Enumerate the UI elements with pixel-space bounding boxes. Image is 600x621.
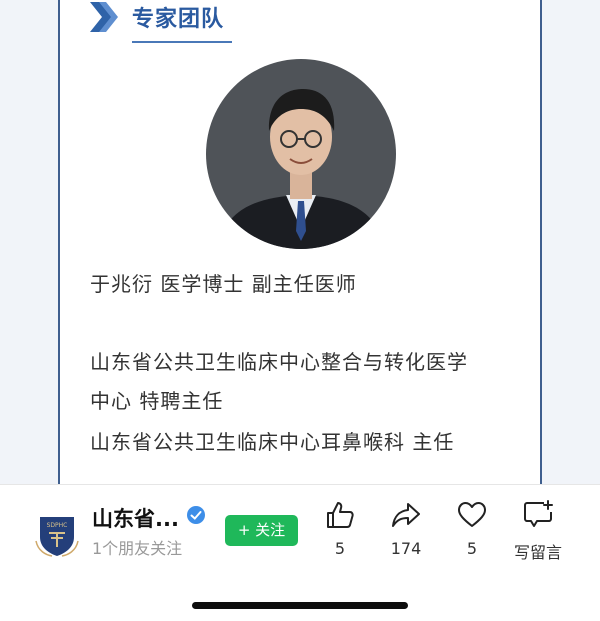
title-underline [132,41,232,43]
comment-add-icon [524,500,553,527]
expert-role-2: 山东省公共卫生临床中心耳鼻喉科 主任 [90,430,455,454]
like-count: 5 [334,539,346,558]
favorite-count: 5 [466,539,478,558]
verified-badge-icon [187,506,205,524]
expert-card: 专家团队 于兆衍 医学博士 副主任医师 山东省公共卫生临床中心整合与转化医学 中… [58,0,542,484]
write-comment-label: 写留言 [513,543,562,562]
expert-role-1-line-1: 山东省公共卫生临床中心整合与转化医学 [90,350,468,374]
expert-role-1-line-2: 中心 特聘主任 [90,389,224,413]
section-title: 专家团队 [132,7,225,32]
thumbs-up-icon [327,502,354,528]
expert-name-title: 于兆衍 医学博士 副主任医师 [90,272,357,296]
expert-photo [206,59,396,249]
svg-text:SDPHC: SDPHC [47,522,68,529]
bottom-action-bar: SDPHC 山东省... 1个朋友关注 + 关注 5 174 5 写留言 [0,484,600,621]
article-content: 专家团队 于兆衍 医学博士 副主任医师 山东省公共卫生临床中心整合与转化医学 中… [0,0,600,484]
favorite-button[interactable]: 5 [437,499,507,558]
home-indicator[interactable] [192,602,408,609]
account-logo[interactable]: SDPHC [34,511,80,557]
chevron-right-icon [90,2,118,32]
follow-button[interactable]: + 关注 [225,515,298,546]
write-comment-button[interactable]: 写留言 [503,499,573,563]
heart-icon [458,502,486,527]
share-arrow-icon [392,503,420,527]
friends-following-count: 1个朋友关注 [92,539,183,558]
account-name[interactable]: 山东省... [92,503,179,533]
share-button[interactable]: 174 [371,499,441,558]
like-button[interactable]: 5 [305,499,375,558]
share-count: 174 [390,539,422,558]
